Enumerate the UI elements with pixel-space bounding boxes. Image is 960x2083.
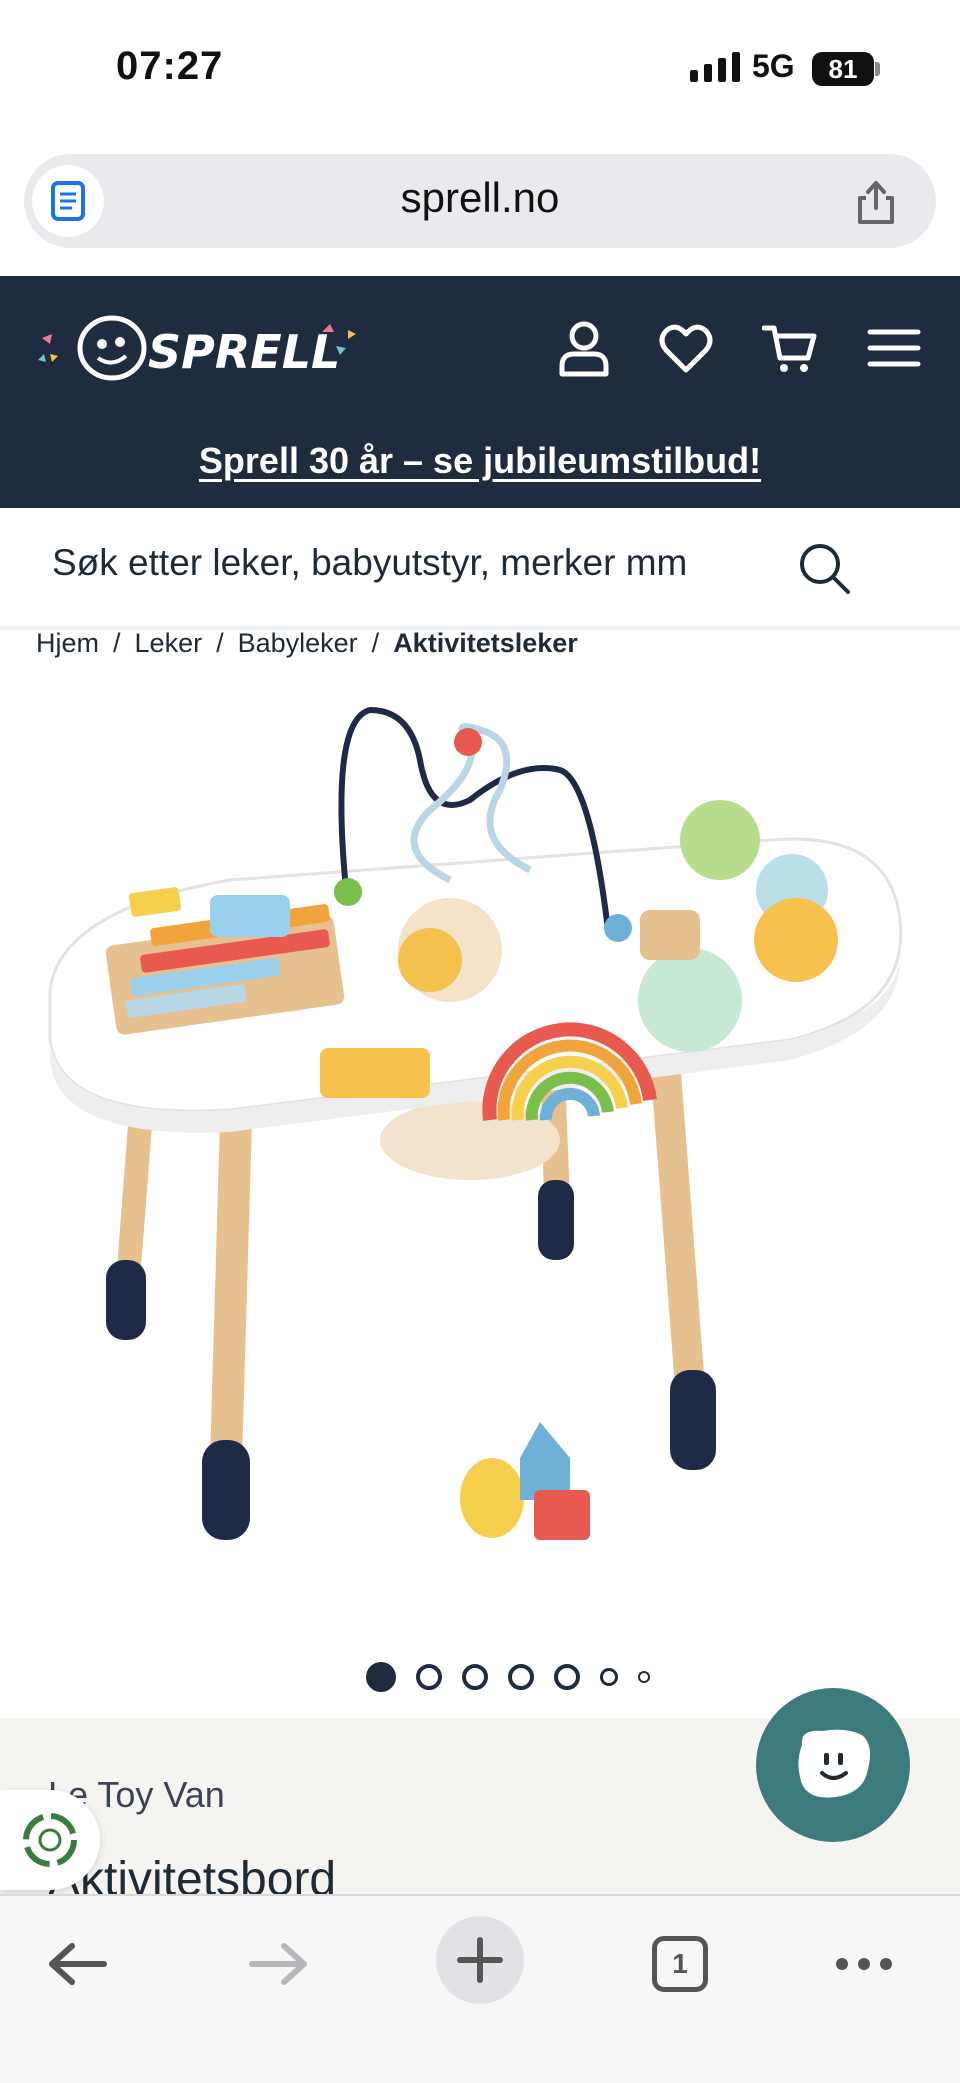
carousel-dot[interactable] bbox=[416, 1664, 442, 1690]
network-type: 5G bbox=[752, 48, 795, 84]
tabs-button[interactable]: 1 bbox=[636, 1920, 724, 2008]
carousel-dot[interactable] bbox=[638, 1671, 650, 1683]
arrow-right-icon bbox=[249, 1943, 307, 1985]
breadcrumb-separator: / bbox=[371, 628, 380, 658]
user-icon[interactable] bbox=[556, 318, 612, 378]
battery-level: 81 bbox=[828, 53, 858, 84]
carousel-dot[interactable] bbox=[462, 1664, 488, 1690]
breadcrumb-link-babyleker[interactable]: Babyleker bbox=[238, 628, 358, 659]
back-button[interactable] bbox=[34, 1920, 122, 2008]
battery-icon: 81 bbox=[812, 52, 874, 86]
url-text[interactable]: sprell.no bbox=[0, 174, 960, 222]
product-image[interactable] bbox=[30, 680, 930, 1640]
carousel-dot[interactable] bbox=[600, 1668, 618, 1686]
logo-text: SPRELL bbox=[148, 325, 340, 379]
battery-tip bbox=[875, 62, 880, 76]
forward-button[interactable] bbox=[234, 1920, 322, 2008]
share-icon[interactable] bbox=[850, 176, 902, 228]
breadcrumb-link-home[interactable]: Hjem bbox=[36, 628, 99, 659]
arrow-left-icon bbox=[49, 1943, 107, 1985]
promo-link[interactable]: Sprell 30 år – se jubileumstilbud! bbox=[0, 440, 960, 482]
recycle-badge[interactable] bbox=[0, 1790, 100, 1890]
carousel-dot[interactable] bbox=[554, 1664, 580, 1690]
sprell-logo[interactable]: SPRELL bbox=[36, 302, 366, 392]
tab-count: 1 bbox=[652, 1936, 708, 1992]
image-carousel-dots bbox=[366, 1662, 650, 1692]
recycle-icon bbox=[23, 1813, 77, 1867]
breadcrumb-separator: / bbox=[113, 628, 121, 658]
status-time: 07:27 bbox=[116, 44, 224, 88]
menu-icon[interactable] bbox=[866, 318, 922, 378]
more-options-button[interactable] bbox=[820, 1920, 908, 2008]
signal-icon bbox=[690, 52, 740, 82]
plus-icon bbox=[436, 1916, 524, 2004]
carousel-dot[interactable] bbox=[366, 1662, 396, 1692]
carousel-dot[interactable] bbox=[508, 1664, 534, 1690]
breadcrumb: Hjem / Leker / Babyleker / Aktivitetslek… bbox=[36, 628, 578, 659]
smiley-chat-icon bbox=[798, 1729, 870, 1798]
heart-icon[interactable] bbox=[658, 318, 714, 378]
shape-blocks bbox=[460, 1422, 590, 1540]
search-icon[interactable] bbox=[796, 540, 852, 596]
chat-button[interactable] bbox=[756, 1688, 910, 1842]
cart-icon[interactable] bbox=[762, 318, 818, 378]
breadcrumb-current: Aktivitetsleker bbox=[393, 628, 578, 658]
search-input[interactable] bbox=[52, 542, 752, 584]
breadcrumb-link-leker[interactable]: Leker bbox=[135, 628, 203, 659]
more-icon bbox=[836, 1958, 892, 1970]
breadcrumb-separator: / bbox=[216, 628, 224, 658]
